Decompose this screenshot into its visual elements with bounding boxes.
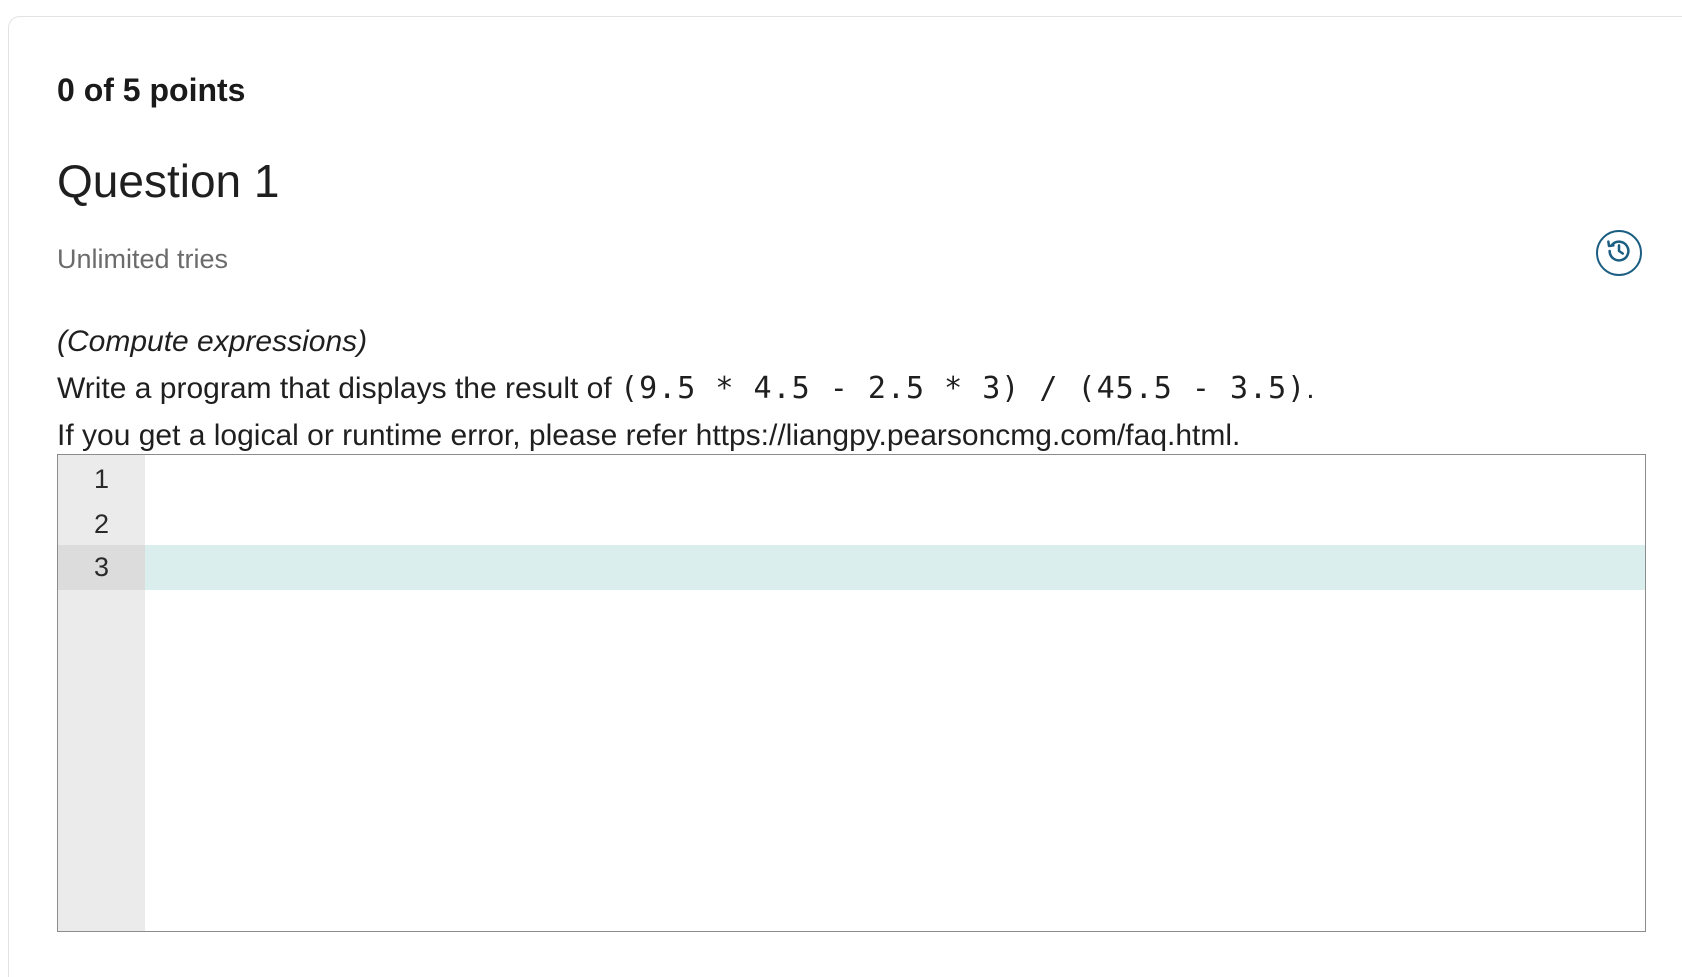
question-title: Question 1 xyxy=(57,155,280,207)
prompt-text: Write a program that displays the result… xyxy=(57,372,621,405)
prompt-period: . xyxy=(1306,372,1315,405)
code-line[interactable] xyxy=(145,500,1645,548)
prompt-expression: (9.5 * 4.5 - 2.5 * 3) / (45.5 - 3.5) xyxy=(620,371,1307,406)
points-score: 0 of 5 points xyxy=(57,72,246,108)
line-number: 2 xyxy=(93,509,110,539)
prompt-line-2: If you get a logical or runtime error, p… xyxy=(57,419,1241,452)
line-number-active: 3 xyxy=(58,545,145,590)
history-icon xyxy=(1604,236,1634,271)
code-line-active[interactable] xyxy=(145,545,1645,590)
code-line[interactable] xyxy=(145,455,1645,503)
prompt-heading: (Compute expressions) xyxy=(57,325,368,358)
code-editor[interactable]: 1 2 3 xyxy=(57,454,1646,932)
line-number: 1 xyxy=(93,464,110,494)
tries-label: Unlimited tries xyxy=(57,244,229,274)
prompt-line-1: Write a program that displays the result… xyxy=(57,365,1617,412)
history-button[interactable] xyxy=(1596,230,1642,276)
question-prompt: (Compute expressions) Write a program th… xyxy=(57,318,1617,459)
